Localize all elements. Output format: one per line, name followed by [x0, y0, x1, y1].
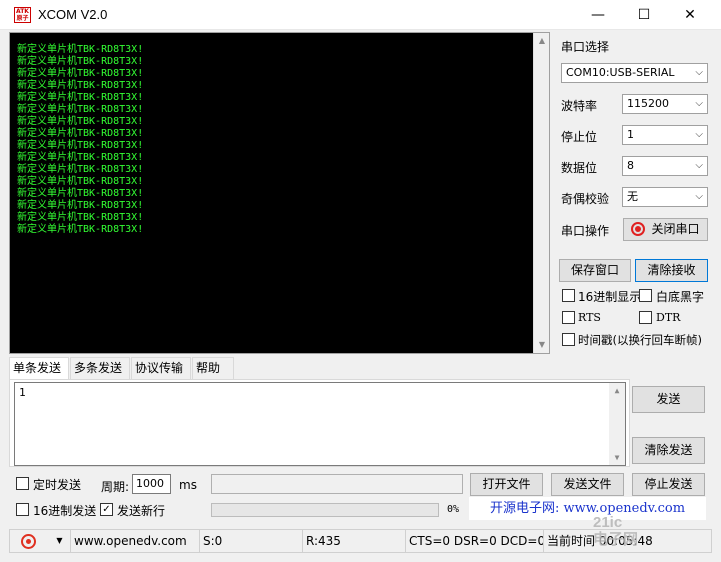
port-status-icon	[631, 222, 646, 236]
timed-send-label: 定时发送	[33, 478, 82, 492]
baud-select-value: 115200	[627, 97, 669, 110]
hex-display-checkbox[interactable]	[562, 289, 575, 302]
tab-single-send[interactable]: 单条发送	[9, 357, 69, 380]
menu-chevron-icon[interactable]: ▼	[48, 530, 68, 552]
close-button[interactable]: ✕	[667, 0, 713, 30]
status-sent: S:0	[200, 530, 303, 552]
maximize-button[interactable]: ☐	[621, 0, 667, 30]
databit-select[interactable]: 8 ⌵	[622, 156, 708, 176]
receive-text: 新定义单片机TBK-RD8T3X! 新定义单片机TBK-RD8T3X! 新定义单…	[17, 44, 144, 235]
chevron-down-icon: ⌵	[695, 129, 703, 140]
close-port-label: 关闭串口	[651, 222, 700, 236]
single-send-pane: 1 ▲ ▼	[9, 379, 630, 467]
window-title: XCOM V2.0	[38, 7, 108, 22]
period-input[interactable]: 1000	[132, 474, 171, 494]
progress-text: 0%	[447, 504, 460, 515]
send-scrollbar[interactable]: ▲ ▼	[609, 383, 625, 465]
scroll-up-icon[interactable]: ▲	[609, 386, 625, 395]
stopbit-select[interactable]: 1 ⌵	[622, 125, 708, 145]
databit-select-value: 8	[627, 159, 634, 172]
status-received: R:435	[303, 530, 406, 552]
receive-area[interactable]: 新定义单片机TBK-RD8T3X! 新定义单片机TBK-RD8T3X! 新定义单…	[9, 32, 550, 354]
save-window-button[interactable]: 保存窗口	[559, 259, 631, 282]
status-lines: CTS=0 DSR=0 DCD=0	[406, 530, 544, 552]
white-bg-label: 白底黑字	[656, 290, 705, 304]
tab-multi-send[interactable]: 多条发送	[70, 357, 130, 379]
stopbit-select-value: 1	[627, 128, 634, 141]
rts-label: RTS	[578, 311, 601, 324]
minimize-button[interactable]: —	[575, 0, 621, 30]
send-file-button[interactable]: 发送文件	[551, 473, 624, 496]
settings-gear-icon[interactable]	[21, 534, 36, 549]
port-select-value: COM10:USB-SERIAL	[566, 66, 675, 79]
period-unit: ms	[179, 478, 197, 492]
timed-send-checkbox[interactable]	[16, 477, 29, 490]
stopbit-label: 停止位	[561, 130, 598, 144]
status-url[interactable]: www.openedv.com	[70, 530, 200, 552]
scroll-up-icon[interactable]: ▲	[534, 33, 549, 49]
clear-receive-button[interactable]: 清除接收	[635, 259, 708, 282]
title-bar: ATK 原子 XCOM V2.0 — ☐ ✕	[0, 0, 721, 30]
scroll-down-icon[interactable]: ▼	[609, 453, 625, 462]
databit-label: 数据位	[561, 161, 598, 175]
stop-send-button[interactable]: 停止发送	[632, 473, 705, 496]
baud-label: 波特率	[561, 99, 598, 113]
chevron-down-icon: ⌵	[695, 98, 703, 109]
ad-link[interactable]: 开源电子网: www.openedv.com	[469, 497, 706, 520]
newline-label: 发送新行	[117, 504, 166, 518]
app-logo-icon: ATK 原子	[14, 7, 31, 23]
rts-checkbox[interactable]	[562, 311, 575, 324]
close-port-button[interactable]: 关闭串口	[623, 218, 708, 241]
send-input[interactable]: 1 ▲ ▼	[14, 382, 626, 466]
timestamp-checkbox[interactable]	[562, 333, 575, 346]
port-select-label: 串口选择	[561, 40, 610, 54]
newline-checkbox[interactable]: ✓	[100, 503, 113, 516]
hex-send-label: 16进制发送	[33, 504, 97, 518]
timestamp-label: 时间戳(以换行回车断帧)	[578, 333, 702, 347]
hex-display-label: 16进制显示	[578, 290, 642, 304]
send-input-text: 1	[19, 386, 26, 399]
file-path-field[interactable]	[211, 474, 463, 494]
xcom-window: ATK 原子 XCOM V2.0 — ☐ ✕ 新定义单片机TBK-RD8T3X! …	[0, 0, 721, 562]
white-bg-checkbox[interactable]	[639, 289, 652, 302]
send-button[interactable]: 发送	[632, 386, 705, 413]
tab-help[interactable]: 帮助	[192, 357, 234, 379]
parity-select-value: 无	[627, 190, 638, 203]
chevron-down-icon: ⌵	[695, 160, 703, 171]
port-op-label: 串口操作	[561, 224, 610, 238]
hex-send-checkbox[interactable]	[16, 503, 29, 516]
dtr-label: DTR	[656, 311, 681, 324]
scroll-down-icon[interactable]: ▼	[534, 337, 549, 353]
parity-select[interactable]: 无 ⌵	[622, 187, 708, 207]
port-select[interactable]: COM10:USB-SERIAL ⌵	[561, 63, 708, 83]
watermark-logo: 21ic 电子网	[593, 514, 639, 548]
open-file-button[interactable]: 打开文件	[470, 473, 543, 496]
clear-send-button[interactable]: 清除发送	[632, 437, 705, 464]
tab-protocol[interactable]: 协议传输	[131, 357, 191, 379]
period-label: 周期:	[101, 480, 130, 494]
chevron-down-icon: ⌵	[695, 67, 703, 78]
chevron-down-icon: ⌵	[695, 191, 703, 202]
parity-label: 奇偶校验	[561, 192, 610, 206]
send-progress-bar	[211, 503, 439, 517]
receive-scrollbar[interactable]: ▲ ▼	[533, 33, 549, 353]
baud-select[interactable]: 115200 ⌵	[622, 94, 708, 114]
dtr-checkbox[interactable]	[639, 311, 652, 324]
